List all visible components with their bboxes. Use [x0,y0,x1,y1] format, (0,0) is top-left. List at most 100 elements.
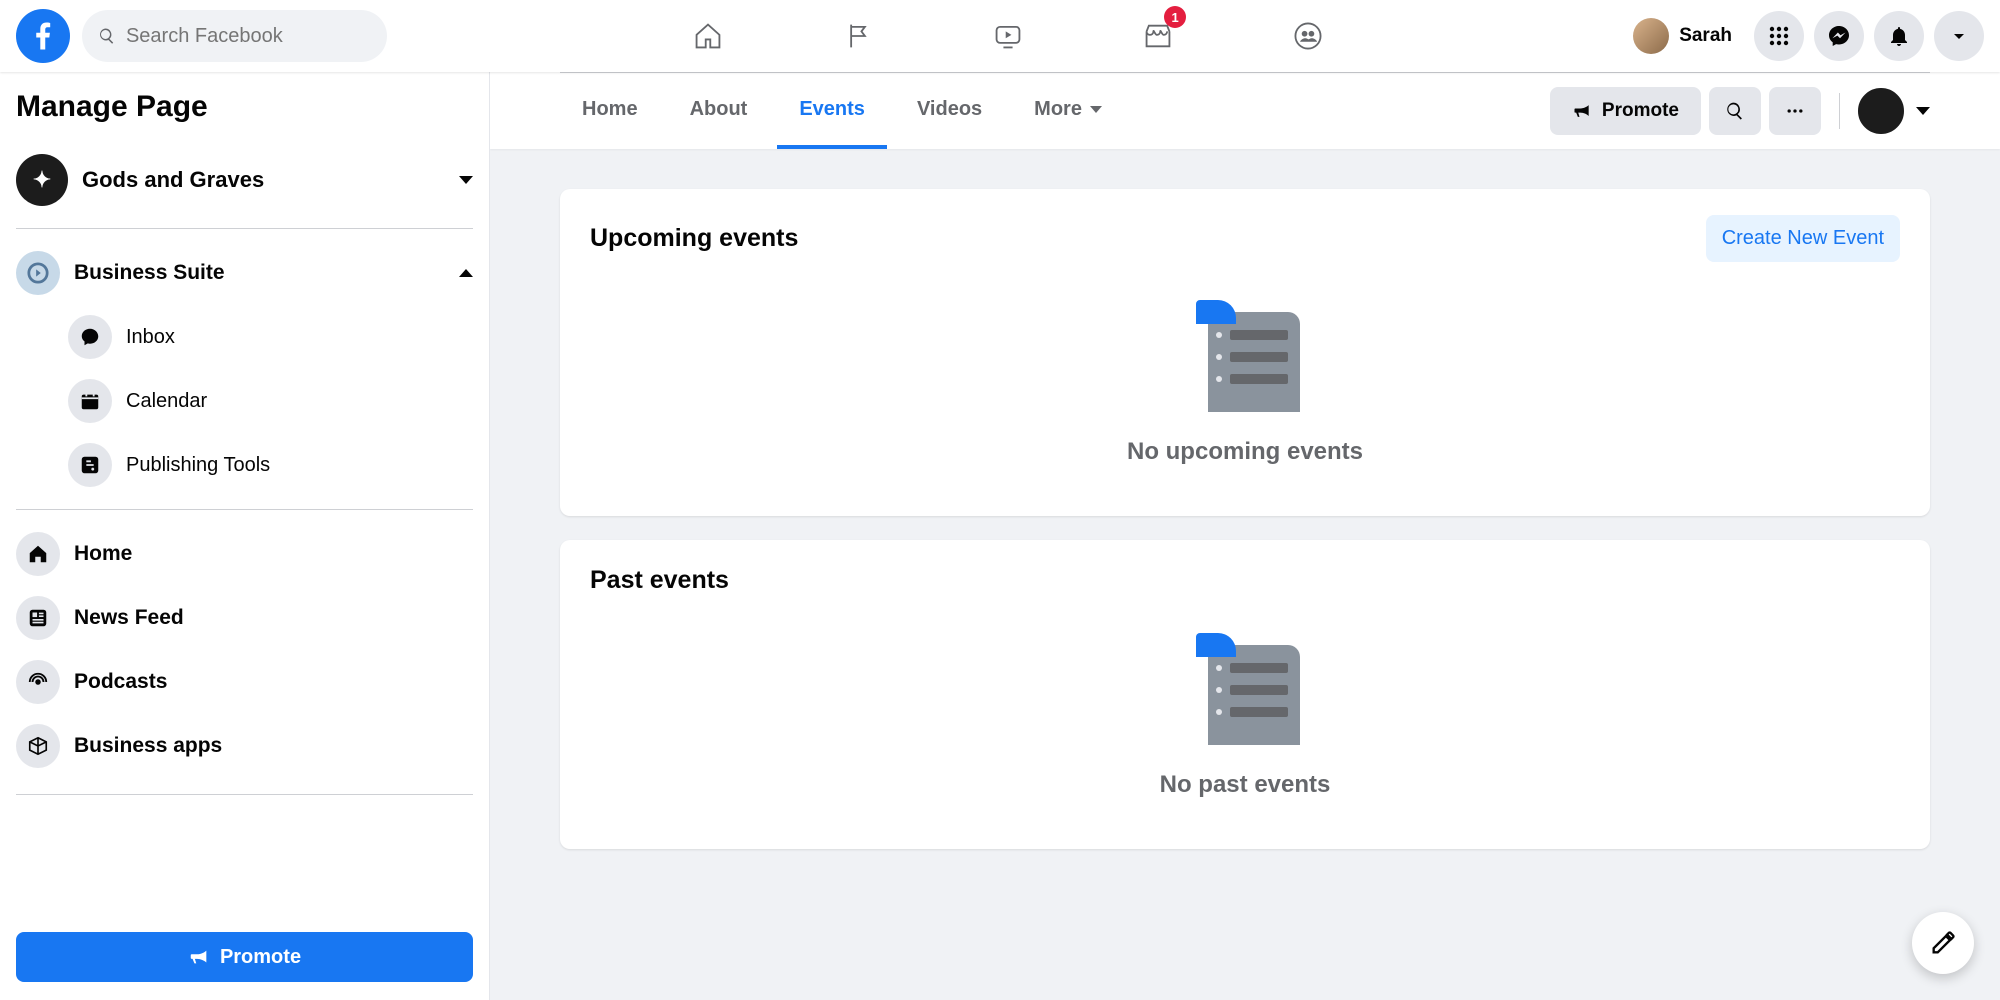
empty-list-icon [1190,302,1300,412]
sidebar-item-label: Podcasts [74,670,473,694]
page-nav-wrap: Home About Events Videos More Promote [490,72,2000,149]
search-box[interactable] [82,10,387,62]
search-input[interactable] [126,25,371,48]
nav-pages[interactable] [788,2,928,70]
page-avatar-small [1858,88,1904,134]
sidebar-news-feed[interactable]: News Feed [16,586,473,650]
tab-about[interactable]: About [668,73,770,149]
tab-videos[interactable]: Videos [895,73,1004,149]
caret-down-icon [1090,106,1102,113]
profile-chip[interactable]: Sarah [1629,14,1744,58]
sidebar-footer: Promote [16,914,473,1000]
publish-icon [68,443,112,487]
divider [16,794,473,795]
button-label: Promote [220,946,301,969]
sidebar-item-label: Home [74,542,473,566]
sidebar-publishing-tools[interactable]: Publishing Tools [68,433,473,497]
caret-down-icon [459,176,473,184]
groups-icon [1292,20,1324,52]
upcoming-empty-state: No upcoming events [590,292,1900,476]
sidebar-podcasts[interactable]: Podcasts [16,650,473,714]
upcoming-empty-text: No upcoming events [1127,438,1363,466]
divider [1839,93,1840,129]
user-name: Sarah [1679,25,1732,47]
megaphone-icon [188,946,210,968]
top-nav: 1 [387,2,1629,70]
megaphone-icon [1572,101,1592,121]
page-search-button[interactable] [1709,87,1761,135]
bell-icon [1887,24,1911,48]
sidebar-item-label: Publishing Tools [126,454,473,477]
notifications-button[interactable] [1874,11,1924,61]
home-icon [692,20,724,52]
chevron-up-icon [459,269,473,277]
sidebar-business-suite[interactable]: Business Suite [16,241,473,305]
content-area: Upcoming events Create New Event No upco… [490,149,2000,913]
past-empty-state: No past events [590,625,1900,809]
page-name: Gods and Graves [82,167,445,193]
sidebar-item-label: Business apps [74,734,473,758]
flag-icon [842,20,874,52]
upcoming-heading: Upcoming events [590,224,798,253]
podcast-icon [16,660,60,704]
user-avatar [1633,18,1669,54]
calendar-icon [68,379,112,423]
search-icon [98,26,116,46]
facebook-logo[interactable] [16,9,70,63]
nav-watch[interactable] [938,2,1078,70]
sidebar-item-label: Business Suite [74,261,445,285]
button-label: Promote [1602,100,1679,122]
sidebar-inbox[interactable]: Inbox [68,305,473,369]
page-more-button[interactable] [1769,87,1821,135]
chat-icon [68,315,112,359]
view-as-selector[interactable] [1858,88,1930,134]
sidebar: Manage Page ✦ Gods and Graves Business S… [0,72,490,1000]
promote-page-button[interactable]: Promote [1550,87,1701,135]
sidebar-title: Manage Page [16,90,473,124]
search-icon [1725,101,1745,121]
compose-fab[interactable] [1912,912,1974,974]
upcoming-events-card: Upcoming events Create New Event No upco… [560,189,1930,516]
caret-down-icon [1916,107,1930,115]
marketplace-badge: 1 [1164,6,1186,28]
news-feed-icon [16,596,60,640]
tab-events[interactable]: Events [777,73,887,149]
past-events-card: Past events No past events [560,540,1930,849]
business-suite-subitems: Inbox Calendar Publishing Tools [68,305,473,497]
nav-groups[interactable] [1238,2,1378,70]
messenger-icon [1827,24,1851,48]
page-avatar: ✦ [16,154,68,206]
messenger-button[interactable] [1814,11,1864,61]
top-header: 1 Sarah [0,0,2000,72]
ellipsis-icon [1785,101,1805,121]
compose-icon [1929,929,1957,957]
past-empty-text: No past events [1160,771,1331,799]
sidebar-item-label: Inbox [126,326,473,349]
divider [16,228,473,229]
nav-marketplace[interactable]: 1 [1088,2,1228,70]
main-content: Home About Events Videos More Promote Up… [490,72,2000,1000]
promote-button[interactable]: Promote [16,932,473,982]
empty-list-icon [1190,635,1300,745]
tab-more[interactable]: More [1012,73,1124,149]
divider [16,509,473,510]
home-icon [16,532,60,576]
sidebar-home[interactable]: Home [16,522,473,586]
sidebar-calendar[interactable]: Calendar [68,369,473,433]
grid-icon [1767,24,1791,48]
nav-home[interactable] [638,2,778,70]
page-selector[interactable]: ✦ Gods and Graves [16,144,473,216]
caret-down-icon [1947,24,1971,48]
tab-label: More [1034,98,1082,121]
header-right: Sarah [1629,11,1984,61]
menu-button[interactable] [1754,11,1804,61]
create-event-button[interactable]: Create New Event [1706,215,1900,262]
sidebar-business-apps[interactable]: Business apps [16,714,473,778]
box-icon [16,724,60,768]
page-tabs: Home About Events Videos More Promote [560,73,1930,149]
sidebar-item-label: News Feed [74,606,473,630]
tab-home[interactable]: Home [560,73,660,149]
sidebar-item-label: Calendar [126,390,473,413]
past-heading: Past events [590,566,729,595]
account-button[interactable] [1934,11,1984,61]
